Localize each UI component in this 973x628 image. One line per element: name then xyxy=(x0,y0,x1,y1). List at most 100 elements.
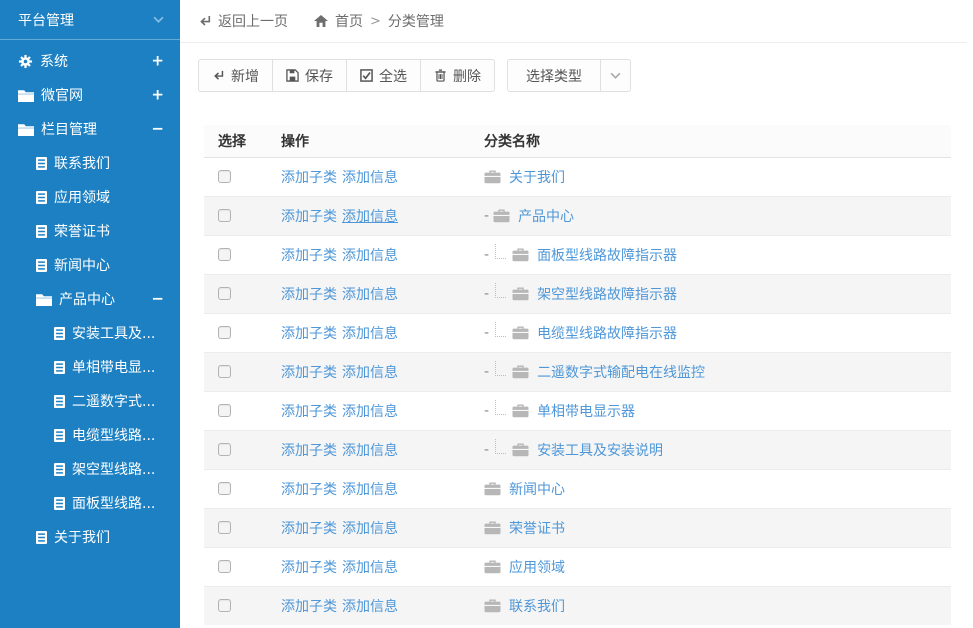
doc-icon xyxy=(54,463,65,476)
add-subcategory-link[interactable]: 添加子类 xyxy=(281,443,337,459)
sidebar-item-label: 二遥数字式... xyxy=(72,391,155,411)
folder-icon xyxy=(512,365,529,379)
category-name-cell: 关于我们 xyxy=(470,157,951,196)
sidebar-divider xyxy=(0,39,180,40)
row-checkbox[interactable] xyxy=(218,521,231,534)
category-name-link[interactable]: 荣誉证书 xyxy=(509,518,565,538)
save-button[interactable]: 保存 xyxy=(273,59,347,92)
category-name-link[interactable]: 面板型线路故障指示器 xyxy=(537,245,677,265)
row-checkbox[interactable] xyxy=(218,326,231,339)
type-dropdown-button[interactable]: 选择类型 xyxy=(507,59,601,92)
tree-branch-icon xyxy=(495,400,506,415)
add-subcategory-link[interactable]: 添加子类 xyxy=(281,209,337,225)
folder-icon xyxy=(484,521,501,535)
folder-icon xyxy=(18,89,34,102)
add-subcategory-link[interactable]: 添加子类 xyxy=(281,521,337,537)
sidebar-item[interactable]: 电缆型线路... xyxy=(0,418,180,452)
sidebar-item[interactable]: 联系我们 xyxy=(0,146,180,180)
row-checkbox[interactable] xyxy=(218,482,231,495)
row-checkbox[interactable] xyxy=(218,599,231,612)
home-icon xyxy=(314,15,328,27)
table-header-row: 选择 操作 分类名称 xyxy=(204,125,951,157)
floppy-icon xyxy=(286,69,299,82)
type-dropdown-caret[interactable] xyxy=(601,59,631,92)
row-checkbox[interactable] xyxy=(218,404,231,417)
tree-branch-icon xyxy=(495,361,506,376)
add-info-link[interactable]: 添加信息 xyxy=(342,326,398,342)
select-cell xyxy=(204,430,267,469)
category-name-link[interactable]: 产品中心 xyxy=(518,206,574,226)
category-name-link[interactable]: 电缆型线路故障指示器 xyxy=(537,323,677,343)
folder-icon xyxy=(484,560,501,574)
add-info-link[interactable]: 添加信息 xyxy=(342,443,398,459)
add-subcategory-link[interactable]: 添加子类 xyxy=(281,287,337,303)
add-subcategory-link[interactable]: 添加子类 xyxy=(281,248,337,264)
row-checkbox[interactable] xyxy=(218,560,231,573)
add-info-link[interactable]: 添加信息 xyxy=(342,560,398,576)
expand-plus-toggle[interactable]: + xyxy=(151,88,164,103)
back-link[interactable]: 返回上一页 xyxy=(198,11,288,31)
row-checkbox[interactable] xyxy=(218,170,231,183)
row-checkbox[interactable] xyxy=(218,443,231,456)
add-info-link[interactable]: 添加信息 xyxy=(342,209,398,225)
sidebar-item[interactable]: 栏目管理− xyxy=(0,112,180,146)
expand-plus-toggle[interactable]: + xyxy=(151,54,164,69)
add-info-link[interactable]: 添加信息 xyxy=(342,482,398,498)
add-info-link[interactable]: 添加信息 xyxy=(342,404,398,420)
select-cell xyxy=(204,586,267,625)
add-info-link[interactable]: 添加信息 xyxy=(342,170,398,186)
add-subcategory-link[interactable]: 添加子类 xyxy=(281,560,337,576)
sidebar-item[interactable]: 荣誉证书 xyxy=(0,214,180,248)
sidebar-item[interactable]: 关于我们 xyxy=(0,520,180,554)
add-subcategory-link[interactable]: 添加子类 xyxy=(281,365,337,381)
sidebar-item[interactable]: 新闻中心 xyxy=(0,248,180,282)
add-info-link[interactable]: 添加信息 xyxy=(342,521,398,537)
sidebar-item-label: 安装工具及... xyxy=(72,323,155,343)
add-button[interactable]: 新增 xyxy=(198,59,273,92)
breadcrumb-home-link[interactable]: 首页 xyxy=(335,11,363,31)
select-cell xyxy=(204,235,267,274)
row-checkbox[interactable] xyxy=(218,209,231,222)
add-info-link[interactable]: 添加信息 xyxy=(342,287,398,303)
category-name-link[interactable]: 单相带电显示器 xyxy=(537,401,635,421)
operation-cell: 添加子类添加信息 xyxy=(267,157,470,196)
add-info-link[interactable]: 添加信息 xyxy=(342,365,398,381)
sidebar-item[interactable]: 面板型线路... xyxy=(0,486,180,520)
add-info-link[interactable]: 添加信息 xyxy=(342,248,398,264)
add-subcategory-link[interactable]: 添加子类 xyxy=(281,170,337,186)
sidebar-item[interactable]: 应用领域 xyxy=(0,180,180,214)
folder-icon xyxy=(484,170,501,184)
delete-button[interactable]: 删除 xyxy=(421,59,495,92)
collapse-minus-toggle[interactable]: − xyxy=(151,292,164,307)
sidebar-item[interactable]: 安装工具及... xyxy=(0,316,180,350)
category-name-link[interactable]: 联系我们 xyxy=(509,596,565,616)
row-checkbox[interactable] xyxy=(218,248,231,261)
folder-icon xyxy=(18,123,34,136)
add-subcategory-link[interactable]: 添加子类 xyxy=(281,326,337,342)
category-name-link[interactable]: 架空型线路故障指示器 xyxy=(537,284,677,304)
operation-cell: 添加子类添加信息 xyxy=(267,274,470,313)
category-name-link[interactable]: 二遥数字式输配电在线监控 xyxy=(537,362,705,382)
category-name-link[interactable]: 安装工具及安装说明 xyxy=(537,440,663,460)
sidebar-item[interactable]: 架空型线路... xyxy=(0,452,180,486)
sidebar-item[interactable]: 微官网+ xyxy=(0,78,180,112)
sidebar-item-label: 产品中心 xyxy=(59,289,115,309)
folder-icon xyxy=(512,443,529,457)
trash-icon xyxy=(434,69,447,82)
sidebar-item[interactable]: 单相带电显... xyxy=(0,350,180,384)
add-subcategory-link[interactable]: 添加子类 xyxy=(281,404,337,420)
sidebar-item[interactable]: 产品中心 − xyxy=(0,282,180,316)
row-checkbox[interactable] xyxy=(218,365,231,378)
sidebar-item[interactable]: 系统+ xyxy=(0,44,180,78)
collapse-minus-toggle[interactable]: − xyxy=(151,122,164,137)
category-name-link[interactable]: 应用领域 xyxy=(509,557,565,577)
select-all-button[interactable]: 全选 xyxy=(347,59,421,92)
sidebar-item[interactable]: 二遥数字式... xyxy=(0,384,180,418)
add-subcategory-link[interactable]: 添加子类 xyxy=(281,482,337,498)
add-info-link[interactable]: 添加信息 xyxy=(342,599,398,615)
category-name-link[interactable]: 新闻中心 xyxy=(509,479,565,499)
category-name-link[interactable]: 关于我们 xyxy=(509,167,565,187)
add-subcategory-link[interactable]: 添加子类 xyxy=(281,599,337,615)
row-checkbox[interactable] xyxy=(218,287,231,300)
sidebar-header[interactable]: 平台管理 xyxy=(0,0,180,39)
